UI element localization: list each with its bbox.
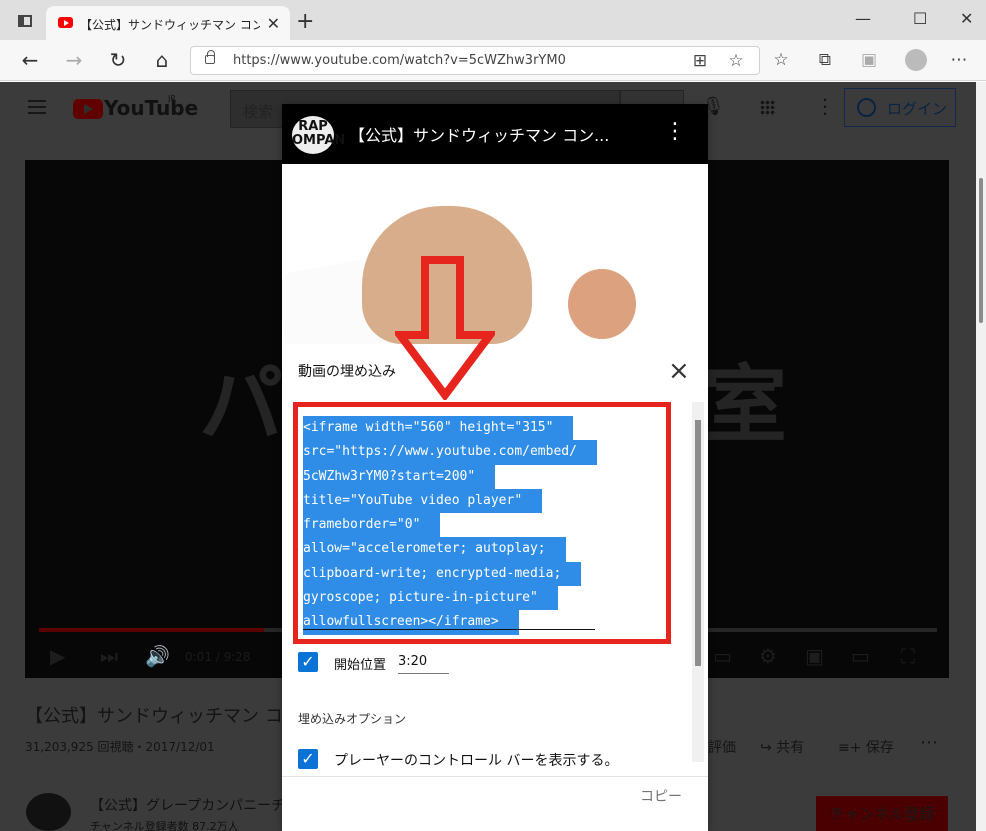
browser-tab-active[interactable]: 【公式】サンドウィッチマン コント【パソコ ✕ xyxy=(46,6,290,40)
restore-button[interactable]: ☐ xyxy=(913,9,927,28)
tab-title: 【公式】サンドウィッチマン コント【パソコ xyxy=(80,18,260,32)
share-button[interactable]: ↪ 共有 xyxy=(760,737,804,757)
embed-code-line: src="https://www.youtube.com/embed/ xyxy=(303,440,597,465)
embed-code-line: gyroscope; picture-in-picture" xyxy=(303,586,558,611)
profile-sync-icon[interactable]: ▣ xyxy=(860,51,878,69)
embed-dialog-title: 動画の埋め込み xyxy=(298,364,396,380)
start-time-input[interactable]: 3:20 xyxy=(398,654,449,674)
background-video-text: 室 xyxy=(703,356,788,454)
theater-icon[interactable]: ▭ xyxy=(851,644,870,668)
address-bar[interactable]: https://www.youtube.com/watch?v=5cWZhw3r… xyxy=(190,46,760,75)
channel-name[interactable]: 【公式】グレープカンパニーチ xyxy=(90,795,285,815)
video-progress-fill xyxy=(39,628,264,632)
browser-tab-strip: 【公式】サンドウィッチマン コント【パソコ ✕ + — ☐ ✕ xyxy=(0,0,986,40)
fullscreen-icon[interactable]: ⛶ xyxy=(901,644,915,668)
profile-avatar-icon[interactable] xyxy=(905,49,927,71)
close-tab-icon[interactable]: ✕ xyxy=(267,14,280,33)
embed-dialog-header: 動画の埋め込み × xyxy=(282,344,708,402)
back-icon[interactable]: ← xyxy=(18,48,42,72)
youtube-favicon xyxy=(58,17,73,28)
channel-subscriber-count: チャンネル登録者数 87.2万人 xyxy=(90,820,239,831)
lock-icon xyxy=(205,50,215,64)
embed-code-line: clipboard-write; encrypted-media; xyxy=(303,561,582,587)
start-time-checkbox[interactable]: ✓ xyxy=(298,652,318,672)
page-scrollbar[interactable] xyxy=(976,82,986,831)
embed-code-line: <iframe width="560" height="315" xyxy=(303,416,574,441)
settings-icon[interactable]: ⚙ xyxy=(759,644,777,668)
red-arrow-icon xyxy=(395,256,495,400)
url-text: https://www.youtube.com/watch?v=5cWZhw3r… xyxy=(233,53,566,68)
home-icon[interactable]: ⌂ xyxy=(150,48,174,72)
video-views: 31,203,925 回視聴・2017/12/01 xyxy=(25,740,215,754)
channel-logo: RAP OMPAN xyxy=(292,116,345,154)
subscribe-button[interactable]: チャンネル登録 xyxy=(816,796,948,831)
login-label: ログイン xyxy=(887,100,948,118)
save-label: 保存 xyxy=(865,740,894,756)
player-controls-checkbox[interactable]: ✓ xyxy=(298,749,318,769)
play-icon[interactable]: ▶ xyxy=(50,644,65,668)
search-placeholder: 検索 xyxy=(243,103,274,121)
like-button[interactable]: 評価 xyxy=(708,737,736,757)
copy-button[interactable]: コピー xyxy=(640,786,682,806)
favorites-icon[interactable]: ☆ xyxy=(772,51,790,69)
embed-options-title: 埋め込みオプション xyxy=(298,712,407,726)
forward-icon[interactable]: → xyxy=(62,48,86,72)
sidebar-icon[interactable] xyxy=(18,15,32,27)
more-icon[interactable]: ⋮ xyxy=(815,94,835,118)
embedded-more-icon[interactable]: ⋮ xyxy=(664,119,686,144)
page-scroll-thumb[interactable] xyxy=(979,178,983,323)
video-title: 【公式】サンドウィッチマン コ xyxy=(25,706,283,727)
share-label: 共有 xyxy=(776,740,805,756)
reader-icon[interactable]: ⊞ xyxy=(691,52,709,70)
player-controls-label: プレーヤーのコントロール バーを表示する。 xyxy=(334,753,619,769)
embed-code-line: allow="accelerometer; autoplay; xyxy=(303,537,566,562)
more-actions-icon[interactable]: ⋯ xyxy=(920,732,938,753)
embed-code-line: title="YouTube video player" xyxy=(303,488,543,514)
region-label: JP xyxy=(168,94,176,103)
volume-icon[interactable]: 🔊 xyxy=(145,644,170,668)
embed-code-line: allowfullscreen></iframe> xyxy=(303,610,519,635)
embed-code-selection[interactable]: <iframe width="560" height="315" src="ht… xyxy=(303,416,663,635)
embed-popup: RAP OMPAN 【公式】サンドウィッチマン コン... ⋮ 動画の埋め込み … xyxy=(282,104,708,831)
refresh-icon[interactable]: ↻ xyxy=(106,48,130,72)
youtube-logo-icon[interactable] xyxy=(73,99,103,119)
embed-dialog-scrollbar[interactable] xyxy=(692,402,704,762)
background-video-text: パ xyxy=(199,356,284,454)
embed-code-box[interactable]: <iframe width="560" height="315" src="ht… xyxy=(293,402,671,644)
save-button[interactable]: ≡+ 保存 xyxy=(838,737,894,757)
textarea-underline xyxy=(303,629,595,630)
video-time: 0:01 / 9:28 xyxy=(185,650,251,664)
youtube-logo-text[interactable]: YouTube xyxy=(104,96,198,120)
embedded-video-title: 【公式】サンドウィッチマン コン... xyxy=(349,126,610,145)
embed-code-line: frameborder="0" xyxy=(303,513,441,538)
dialog-footer-divider xyxy=(282,776,708,777)
person-right xyxy=(568,269,636,339)
user-icon xyxy=(857,98,876,117)
apps-icon[interactable] xyxy=(760,100,776,116)
settings-more-icon[interactable]: ⋯ xyxy=(950,51,968,69)
channel-avatar[interactable] xyxy=(26,793,71,831)
favorite-add-icon[interactable]: ☆ xyxy=(727,52,745,70)
embed-code-line: 5cWZhw3rYM0?start=200" xyxy=(303,464,496,489)
close-icon[interactable]: × xyxy=(668,356,690,386)
new-tab-button[interactable]: + xyxy=(296,9,314,34)
login-button[interactable]: ログイン xyxy=(844,88,956,127)
minimize-button[interactable]: — xyxy=(855,9,871,28)
collections-icon[interactable]: ⧉ xyxy=(816,51,834,69)
menu-icon[interactable] xyxy=(28,100,46,114)
subtitles-icon[interactable]: ▭ xyxy=(713,644,732,668)
embedded-video-header: RAP OMPAN 【公式】サンドウィッチマン コン... ⋮ xyxy=(282,104,708,164)
next-icon[interactable]: ⏭ xyxy=(100,644,118,668)
window-close-button[interactable]: ✕ xyxy=(960,9,973,28)
start-time-label: 開始位置 xyxy=(334,658,387,673)
browser-toolbar: ← → ↻ ⌂ https://www.youtube.com/watch?v=… xyxy=(0,40,986,81)
miniplayer-icon[interactable]: ▣ xyxy=(805,644,824,668)
embed-dialog-scroll-thumb[interactable] xyxy=(695,420,701,666)
